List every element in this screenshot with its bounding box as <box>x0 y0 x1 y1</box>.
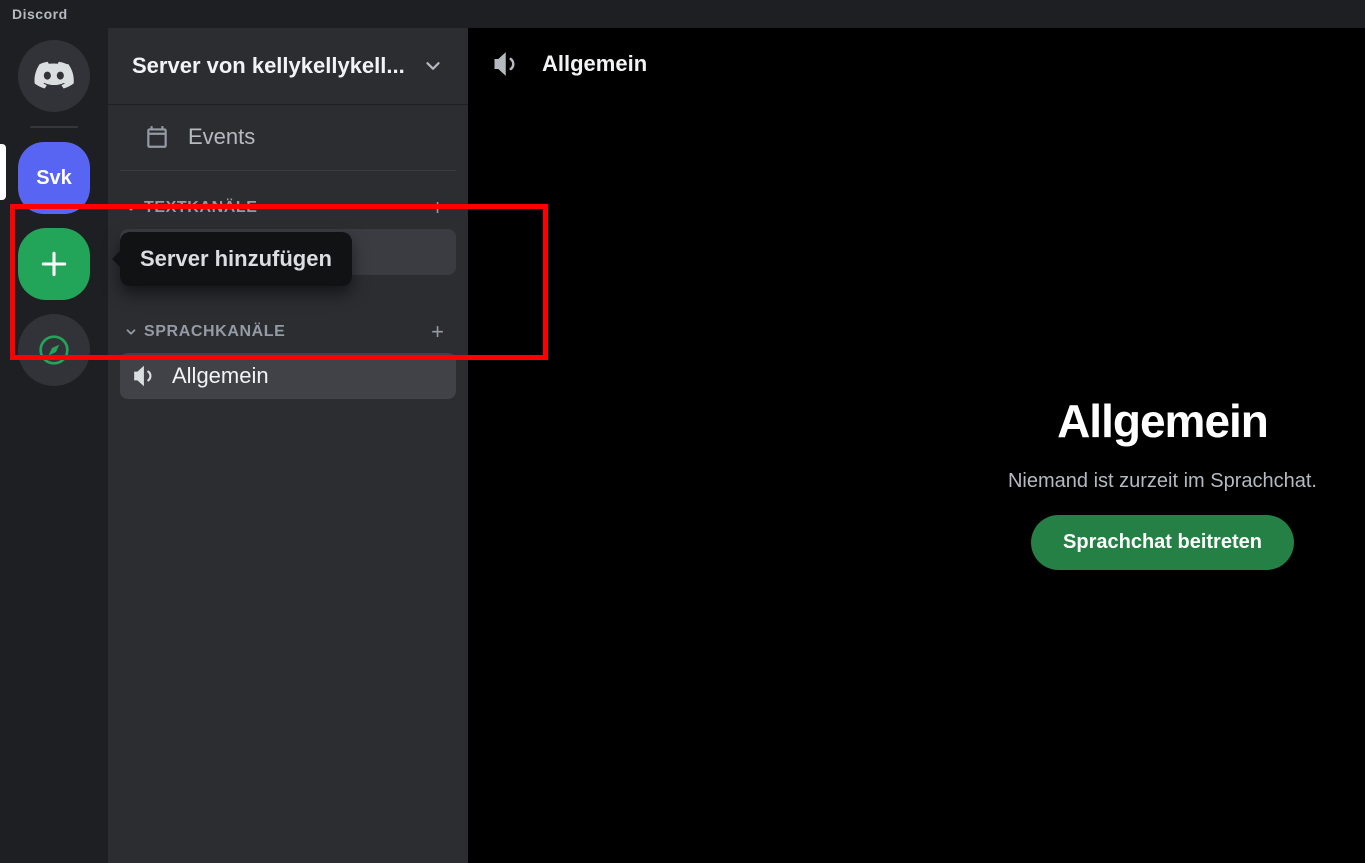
chevron-down-icon <box>124 325 138 339</box>
discord-logo-icon <box>34 61 74 91</box>
active-guild-pill <box>0 144 6 200</box>
explore-servers-button[interactable] <box>18 314 90 386</box>
chevron-down-icon <box>422 55 444 77</box>
guild-svk[interactable]: Svk <box>18 142 90 214</box>
guild-rail: Svk <box>0 28 108 863</box>
voice-channel-allgemein[interactable]: Allgemein <box>120 353 456 399</box>
speaker-icon <box>492 49 522 79</box>
server-header[interactable]: Server von kellykellykell... <box>108 28 468 104</box>
category-voice-label: SPRACHKANÄLE <box>144 323 285 341</box>
discord-wordmark: Discord <box>12 6 68 22</box>
channel-title: Allgemein <box>542 51 647 77</box>
category-text[interactable]: TEXTKANÄLE + <box>108 181 468 227</box>
guild-svk-label: Svk <box>36 167 72 190</box>
calendar-icon <box>144 124 170 150</box>
plus-icon <box>38 248 70 280</box>
events-label: Events <box>188 124 255 150</box>
voice-channel-label: Allgemein <box>172 363 269 389</box>
category-voice[interactable]: SPRACHKANÄLE + <box>108 305 468 351</box>
tooltip-text: Server hinzufügen <box>140 246 332 271</box>
join-voice-label: Sprachchat beitreten <box>1063 531 1262 553</box>
titlebar: Discord <box>0 0 1365 28</box>
compass-icon <box>38 334 70 366</box>
channel-header: Allgemein <box>468 28 1365 100</box>
events-row[interactable]: Events <box>120 104 456 171</box>
voice-subtitle: Niemand ist zurzeit im Sprachchat. <box>1008 470 1317 493</box>
channel-sidebar: Server von kellykellykell... Events TEXT… <box>108 28 468 863</box>
voice-empty-state: Allgemein Niemand ist zurzeit im Sprachc… <box>468 100 1365 863</box>
chevron-down-icon <box>124 201 138 215</box>
add-server-button[interactable] <box>18 228 90 300</box>
server-name: Server von kellykellykell... <box>132 53 405 79</box>
speaker-icon <box>132 363 158 389</box>
category-text-label: TEXTKANÄLE <box>144 199 258 217</box>
direct-messages-button[interactable] <box>18 40 90 112</box>
add-server-tooltip: Server hinzufügen <box>120 232 352 286</box>
add-voice-channel-button[interactable]: + <box>431 319 452 345</box>
guild-separator <box>30 126 78 128</box>
join-voice-button[interactable]: Sprachchat beitreten <box>1031 515 1294 570</box>
main-content: Allgemein Allgemein Niemand ist zurzeit … <box>468 28 1365 863</box>
voice-title: Allgemein <box>1057 394 1268 448</box>
add-text-channel-button[interactable]: + <box>431 195 452 221</box>
